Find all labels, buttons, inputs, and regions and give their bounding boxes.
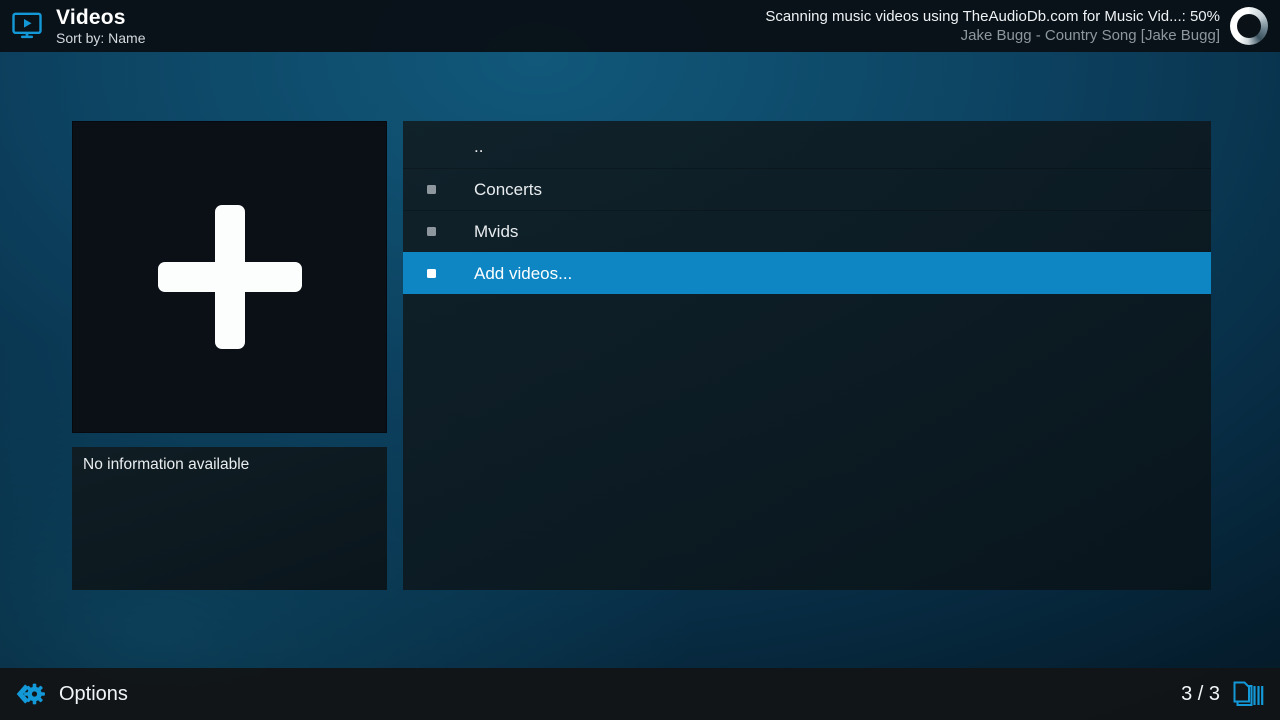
list-item[interactable]: Concerts — [403, 168, 1211, 210]
plus-icon — [155, 202, 305, 352]
options-button[interactable]: Options — [15, 679, 128, 709]
page-title: Videos — [56, 6, 145, 29]
info-text: No information available — [83, 456, 376, 474]
list-item[interactable]: .. — [403, 126, 1211, 168]
kodi-screen: Videos Sort by: Name Scanning music vide… — [0, 0, 1280, 720]
scan-status-text: Scanning music videos using TheAudioDb.c… — [765, 8, 1220, 25]
list-item[interactable]: Add videos... — [403, 252, 1211, 294]
videos-icon — [12, 12, 42, 40]
bullet-icon — [427, 227, 436, 236]
info-panel: No information available — [72, 447, 387, 590]
options-icon — [15, 679, 45, 709]
scan-progress-group: Scanning music videos using TheAudioDb.c… — [765, 7, 1268, 45]
page-indicator-group: 3 / 3 — [1181, 679, 1265, 709]
bottom-bar: Options 3 / 3 — [0, 668, 1280, 720]
page-indicator: 3 / 3 — [1181, 683, 1220, 706]
list-item-label: Concerts — [474, 180, 542, 200]
list-item-label: Mvids — [474, 222, 518, 242]
thumbnail-panel — [72, 121, 387, 433]
sort-by-label: Sort by: Name — [56, 30, 145, 46]
scan-item-text: Jake Bugg - Country Song [Jake Bugg] — [765, 27, 1220, 44]
file-list: .. Concerts Mvids Add videos... — [403, 121, 1211, 590]
list-item[interactable]: Mvids — [403, 210, 1211, 252]
pages-icon — [1231, 679, 1265, 709]
header-title-group: Videos Sort by: Name — [12, 6, 145, 46]
bullet-icon — [427, 269, 436, 278]
busy-spinner-hole — [1237, 14, 1261, 38]
list-item-label: .. — [474, 137, 483, 157]
options-label: Options — [59, 683, 128, 706]
busy-spinner-icon — [1230, 7, 1268, 45]
bullet-icon — [427, 185, 436, 194]
top-bar: Videos Sort by: Name Scanning music vide… — [0, 0, 1280, 52]
list-item-label: Add videos... — [474, 264, 572, 284]
